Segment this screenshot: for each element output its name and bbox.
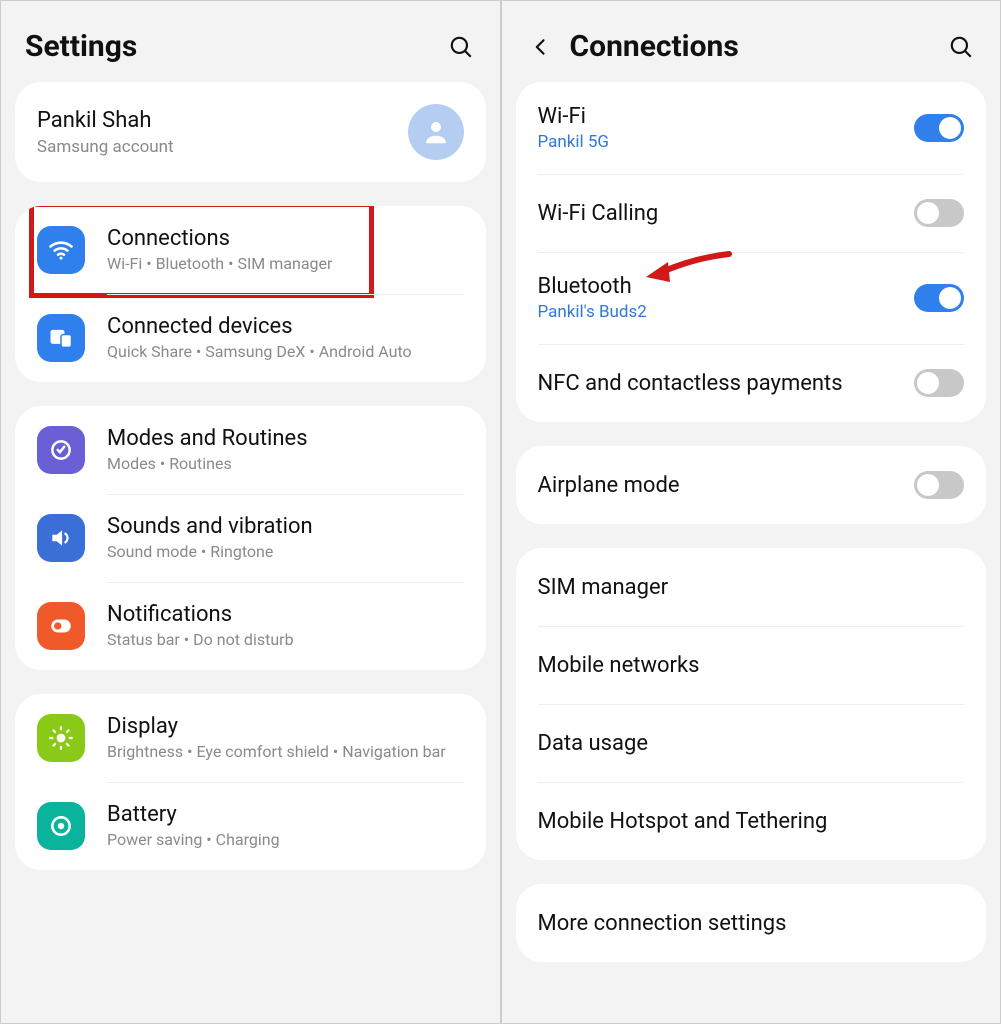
battery-icon (37, 802, 85, 850)
settings-panel: Settings Pankil Shah Samsung account Con… (1, 1, 502, 1023)
setting-sub: Quick Share • Samsung DeX • Android Auto (107, 342, 464, 363)
wifi-toggle[interactable] (914, 114, 964, 142)
setting-sub: Status bar • Do not disturb (107, 630, 464, 651)
connections-group-4: More connection settings (516, 884, 987, 962)
connection-item-data-usage[interactable]: Data usage (516, 704, 987, 782)
wifi-calling-toggle[interactable] (914, 199, 964, 227)
conn-title: Airplane mode (538, 473, 915, 498)
conn-title: Mobile Hotspot and Tethering (538, 809, 965, 834)
setting-title: Modes and Routines (107, 426, 464, 451)
setting-sub: Power saving • Charging (107, 830, 464, 851)
settings-item-sounds[interactable]: Sounds and vibration Sound mode • Ringto… (15, 494, 486, 582)
connection-item-airplane[interactable]: Airplane mode (516, 446, 987, 524)
conn-title: Mobile networks (538, 653, 965, 678)
connections-group-2: Airplane mode (516, 446, 987, 524)
search-icon (448, 34, 474, 60)
connections-panel: Connections Wi-Fi Pankil 5G Wi-Fi Callin… (502, 1, 1001, 1023)
connection-item-sim[interactable]: SIM manager (516, 548, 987, 626)
connection-item-bluetooth[interactable]: Bluetooth Pankil's Buds2 (516, 252, 987, 344)
conn-title: Bluetooth (538, 274, 915, 299)
connections-header: Connections (502, 1, 1001, 82)
setting-title: Connected devices (107, 314, 464, 339)
setting-sub: Sound mode • Ringtone (107, 542, 464, 563)
brightness-icon (37, 714, 85, 762)
settings-group-2: Modes and Routines Modes • Routines Soun… (15, 406, 486, 670)
nfc-toggle[interactable] (914, 369, 964, 397)
conn-sub: Pankil's Buds2 (538, 302, 915, 322)
settings-item-modes[interactable]: Modes and Routines Modes • Routines (15, 406, 486, 494)
connection-item-mobile-networks[interactable]: Mobile networks (516, 626, 987, 704)
person-icon (421, 117, 451, 147)
conn-title: More connection settings (538, 911, 965, 936)
settings-item-display[interactable]: Display Brightness • Eye comfort shield … (15, 694, 486, 782)
bluetooth-toggle[interactable] (914, 284, 964, 312)
devices-icon (37, 314, 85, 362)
settings-item-battery[interactable]: Battery Power saving • Charging (15, 782, 486, 870)
page-title: Settings (25, 29, 446, 64)
page-title: Connections (570, 29, 947, 64)
connections-group-3: SIM manager Mobile networks Data usage M… (516, 548, 987, 860)
conn-title: NFC and contactless payments (538, 371, 915, 396)
setting-title: Display (107, 714, 464, 739)
connections-group-1: Wi-Fi Pankil 5G Wi-Fi Calling Bluetooth … (516, 82, 987, 422)
settings-group-1: Connections Wi-Fi • Bluetooth • SIM mana… (15, 206, 486, 382)
setting-title: Connections (107, 226, 464, 251)
conn-title: SIM manager (538, 575, 965, 600)
chevron-left-icon (531, 37, 551, 57)
wifi-icon (37, 226, 85, 274)
setting-title: Notifications (107, 602, 464, 627)
connection-item-wifi-calling[interactable]: Wi-Fi Calling (516, 174, 987, 252)
setting-sub: Brightness • Eye comfort shield • Naviga… (107, 742, 464, 763)
conn-title: Wi-Fi Calling (538, 201, 915, 226)
setting-sub: Modes • Routines (107, 454, 464, 475)
settings-item-connected-devices[interactable]: Connected devices Quick Share • Samsung … (15, 294, 486, 382)
settings-item-connections[interactable]: Connections Wi-Fi • Bluetooth • SIM mana… (15, 206, 486, 294)
back-button[interactable] (526, 32, 556, 62)
search-button[interactable] (946, 32, 976, 62)
modes-icon (37, 426, 85, 474)
notification-icon (37, 602, 85, 650)
connection-item-wifi[interactable]: Wi-Fi Pankil 5G (516, 82, 987, 174)
search-icon (948, 34, 974, 60)
connection-item-nfc[interactable]: NFC and contactless payments (516, 344, 987, 422)
account-card[interactable]: Pankil Shah Samsung account (15, 82, 486, 182)
setting-title: Battery (107, 802, 464, 827)
volume-icon (37, 514, 85, 562)
airplane-toggle[interactable] (914, 471, 964, 499)
settings-header: Settings (1, 1, 500, 82)
setting-title: Sounds and vibration (107, 514, 464, 539)
setting-sub: Wi-Fi • Bluetooth • SIM manager (107, 254, 464, 275)
connection-item-more[interactable]: More connection settings (516, 884, 987, 962)
avatar[interactable] (408, 104, 464, 160)
conn-title: Wi-Fi (538, 104, 915, 129)
account-sub: Samsung account (37, 137, 408, 157)
settings-item-notifications[interactable]: Notifications Status bar • Do not distur… (15, 582, 486, 670)
search-button[interactable] (446, 32, 476, 62)
connection-item-hotspot[interactable]: Mobile Hotspot and Tethering (516, 782, 987, 860)
account-name: Pankil Shah (37, 108, 408, 133)
conn-sub: Pankil 5G (538, 132, 915, 152)
conn-title: Data usage (538, 731, 965, 756)
settings-group-3: Display Brightness • Eye comfort shield … (15, 694, 486, 870)
